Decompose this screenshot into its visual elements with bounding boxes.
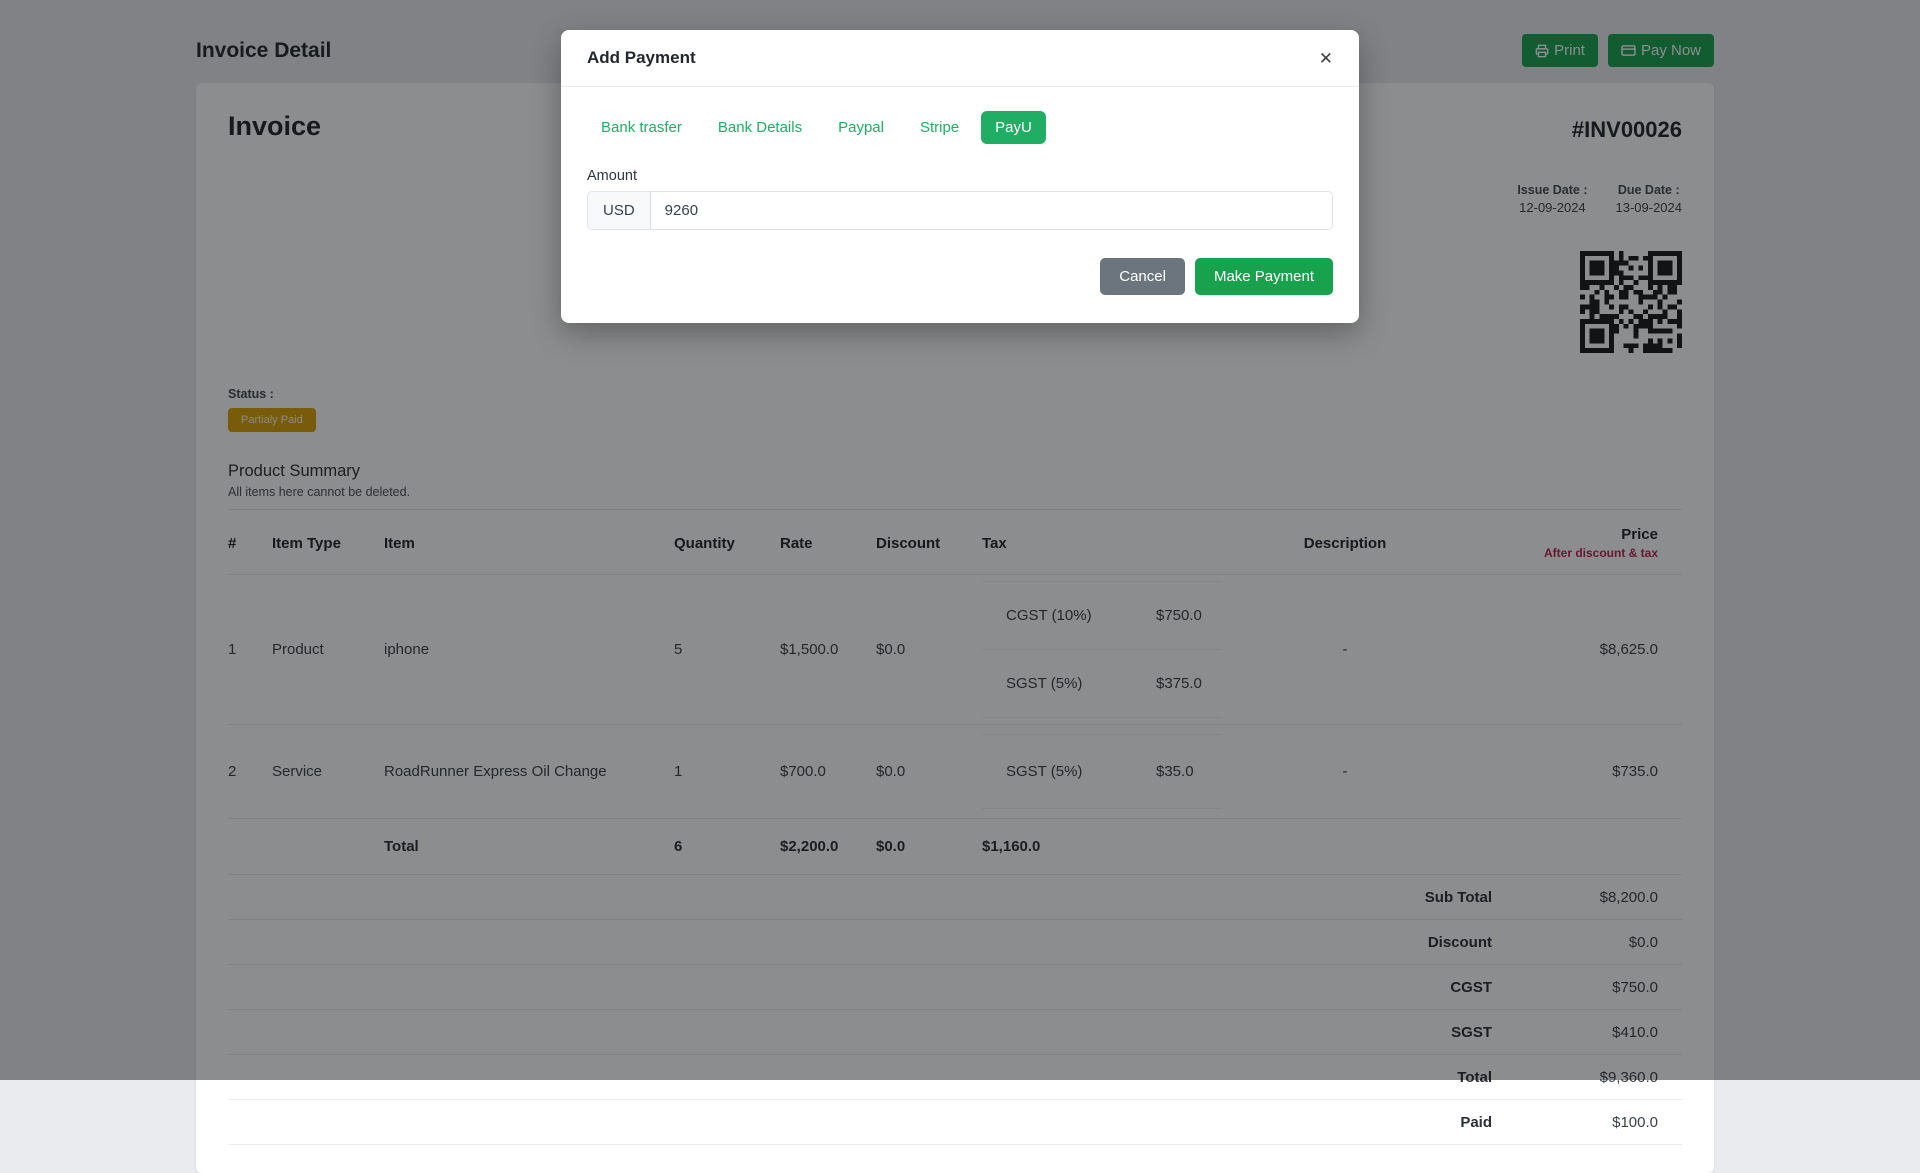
modal-body: Bank trasfer Bank Details Paypal Stripe … bbox=[561, 87, 1359, 323]
payment-method-tabs: Bank trasfer Bank Details Paypal Stripe … bbox=[587, 111, 1333, 144]
make-payment-button[interactable]: Make Payment bbox=[1195, 258, 1333, 295]
cancel-button[interactable]: Cancel bbox=[1100, 258, 1185, 295]
modal-header: Add Payment ✕ bbox=[561, 30, 1359, 87]
tab-bank-transfer[interactable]: Bank trasfer bbox=[587, 111, 696, 144]
tab-stripe[interactable]: Stripe bbox=[906, 111, 973, 144]
amount-input-group: USD bbox=[587, 191, 1333, 230]
summary-row: Paid $100.0 bbox=[228, 1100, 1682, 1145]
close-icon[interactable]: ✕ bbox=[1319, 50, 1333, 67]
amount-label: Amount bbox=[587, 168, 1333, 184]
summary-value: $100.0 bbox=[1492, 1114, 1682, 1131]
modal-footer: Cancel Make Payment bbox=[587, 258, 1333, 295]
currency-addon: USD bbox=[587, 191, 650, 230]
tab-paypal[interactable]: Paypal bbox=[824, 111, 898, 144]
tab-payu[interactable]: PayU bbox=[981, 111, 1046, 144]
amount-input[interactable] bbox=[650, 191, 1333, 230]
summary-label: Paid bbox=[1460, 1114, 1492, 1131]
tab-bank-details[interactable]: Bank Details bbox=[704, 111, 816, 144]
add-payment-modal: Add Payment ✕ Bank trasfer Bank Details … bbox=[561, 30, 1359, 323]
modal-title: Add Payment bbox=[587, 48, 696, 68]
